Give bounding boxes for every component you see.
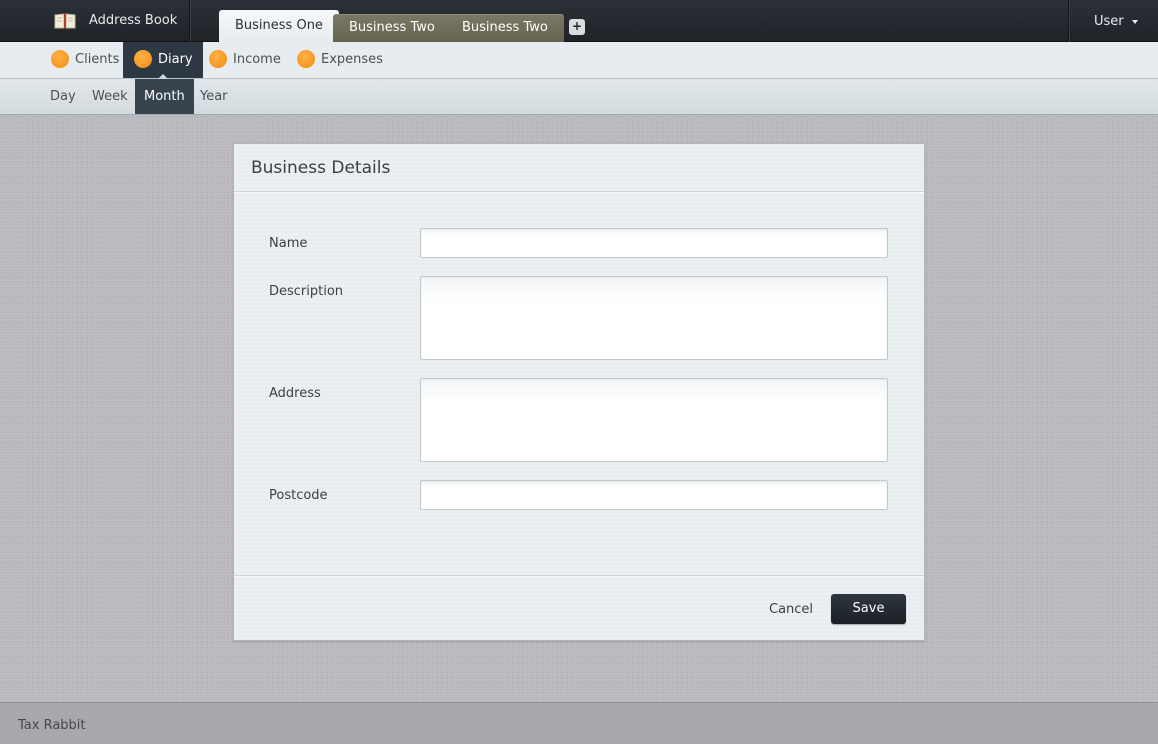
save-button[interactable]: Save [831,594,906,624]
tab-label: Business One [235,18,323,33]
subnav-week[interactable]: Week [92,79,128,114]
caret-down-icon [1131,19,1138,24]
name-label: Name [269,236,308,251]
subnav-month[interactable]: Month [135,79,194,114]
nav-label: Expenses [321,52,383,67]
tab-label: Business Two [462,20,548,35]
footer: Tax Rabbit [0,702,1158,744]
book-icon [54,13,76,29]
postcode-label: Postcode [269,488,328,503]
tab-label: Business Two [349,20,435,35]
description-label: Description [269,284,344,299]
name-field[interactable] [420,228,888,258]
orange-dot-icon [51,49,69,68]
postcode-field[interactable] [420,480,888,510]
panel-header: Business Details [234,144,924,192]
tab-business-two[interactable]: Business Two [333,14,451,42]
business-details-panel: Business Details Name Description Addres… [233,143,925,641]
app-title: Address Book [89,13,178,28]
sub-nav: Day Week Month Year [0,79,1158,115]
add-tab-button[interactable]: + [569,19,585,35]
nav-item-expenses[interactable]: Expenses [297,42,383,78]
nav-label: Diary [158,52,193,67]
nav-item-clients[interactable]: Clients [51,42,119,78]
orange-dot-icon [209,49,227,68]
app-brand[interactable]: Address Book [0,0,190,42]
description-field[interactable] [420,276,888,360]
top-bar: Address Book Business One Business Two B… [0,0,1158,42]
cancel-button[interactable]: Cancel [769,602,813,617]
address-label: Address [269,386,321,401]
subnav-day[interactable]: Day [50,79,76,114]
tab-business-two-second[interactable]: Business Two [446,14,564,42]
subnav-year[interactable]: Year [200,79,228,114]
user-label: User [1094,14,1124,29]
panel-footer-divider [234,575,924,576]
plus-icon: + [571,19,583,33]
orange-dot-icon [134,49,152,68]
footer-brand: Tax Rabbit [18,718,86,733]
nav-item-income[interactable]: Income [209,42,281,78]
tab-business-one[interactable]: Business One [219,10,339,42]
orange-dot-icon [297,49,315,68]
panel-title: Business Details [251,158,391,178]
user-menu[interactable]: User [1068,0,1158,42]
main-nav: Clients Diary Income Expenses [0,42,1158,79]
nav-label: Clients [75,52,120,67]
nav-item-diary[interactable]: Diary [123,42,203,79]
nav-label: Income [233,52,281,67]
address-field[interactable] [420,378,888,462]
